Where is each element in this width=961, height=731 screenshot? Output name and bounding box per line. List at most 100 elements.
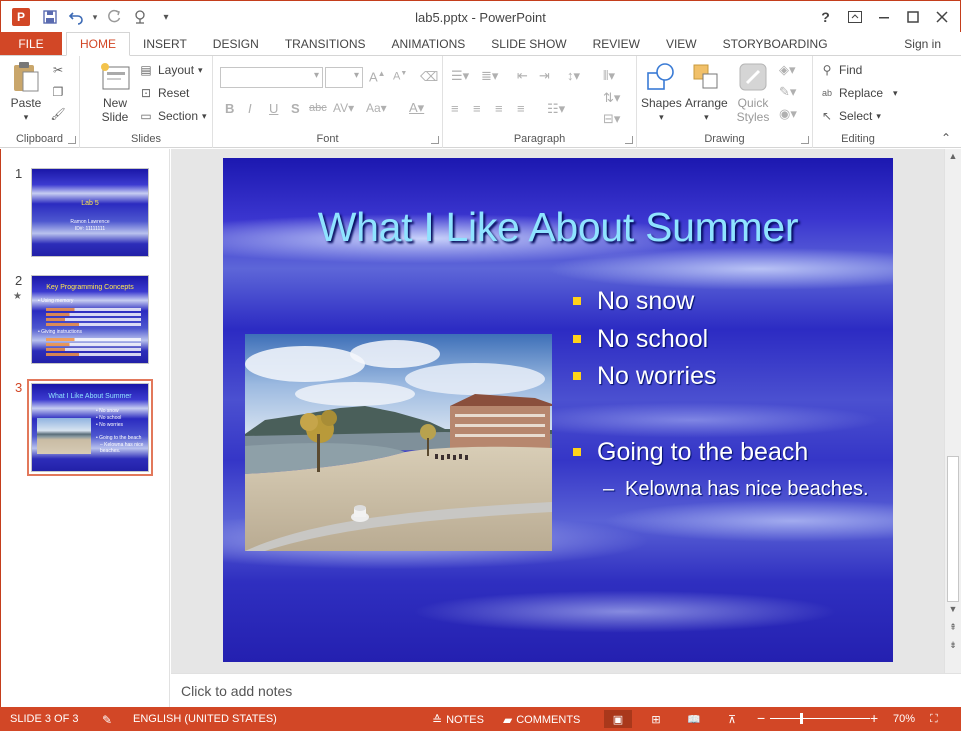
decrease-indent-icon[interactable]: ⇤	[517, 68, 528, 84]
font-color-icon[interactable]: A▾	[409, 100, 424, 116]
redo-icon[interactable]	[103, 7, 125, 27]
character-spacing-icon[interactable]: AV▾	[333, 101, 354, 115]
zoom-level[interactable]: 70%	[893, 713, 915, 725]
align-text-icon[interactable]: ⊟▾	[603, 111, 620, 127]
maximize-icon[interactable]	[898, 5, 927, 29]
shapes-button[interactable]: Shapes ▾	[641, 60, 682, 124]
shape-outline-icon[interactable]: ✎▾	[779, 84, 796, 100]
tab-storyboarding[interactable]: STORYBOARDING	[710, 32, 841, 55]
undo-icon[interactable]	[65, 7, 87, 27]
slide-show-icon[interactable]: ⊼	[718, 710, 746, 728]
columns-icon[interactable]: ⫴▾	[603, 68, 615, 84]
zoom-slider[interactable]	[770, 718, 870, 719]
tab-insert[interactable]: INSERT	[130, 32, 200, 55]
fit-to-window-icon[interactable]: ⛶	[930, 713, 938, 726]
collapse-ribbon-icon[interactable]: ⌃	[941, 131, 951, 145]
quick-styles-button[interactable]: Quick Styles	[733, 60, 773, 124]
select-button[interactable]: ↖ Select ▾	[819, 106, 881, 126]
minimize-icon[interactable]	[869, 5, 898, 29]
save-icon[interactable]	[39, 7, 61, 27]
next-slide-icon[interactable]: ⇟	[945, 638, 961, 652]
numbering-icon[interactable]: ≣▾	[481, 68, 498, 84]
reading-view-icon[interactable]: 📖	[680, 710, 708, 728]
bold-icon[interactable]: B	[225, 101, 234, 116]
sign-in-link[interactable]: Sign in	[904, 32, 961, 55]
presenter-icon[interactable]	[129, 7, 151, 27]
grow-font-icon[interactable]: A▲	[369, 69, 386, 84]
tab-design[interactable]: DESIGN	[200, 32, 272, 55]
clear-formatting-icon[interactable]: ⌫	[420, 69, 438, 85]
line-spacing-icon[interactable]: ↕▾	[567, 68, 580, 84]
justify-icon[interactable]: ≡	[517, 101, 525, 116]
align-center-icon[interactable]: ≡	[473, 101, 481, 116]
slide-counter[interactable]: SLIDE 3 OF 3	[10, 713, 78, 725]
notes-button[interactable]: ≙ NOTES	[432, 713, 484, 727]
drawing-launcher-icon[interactable]	[801, 136, 809, 144]
shrink-font-icon[interactable]: A▼	[393, 70, 407, 83]
bullet-list[interactable]: No snow No school No worries Going to th…	[573, 286, 883, 503]
spell-check-icon[interactable]: ✎	[102, 713, 112, 727]
notes-placeholder[interactable]: Click to add notes	[181, 683, 292, 699]
slide-canvas[interactable]: What I Like About Summer No snow No scho…	[223, 158, 893, 662]
slide-thumbnail-2[interactable]: Key Programming Concepts • Using memory …	[31, 275, 149, 364]
beach-photo[interactable]	[245, 334, 552, 551]
notes-pane[interactable]: Click to add notes	[171, 673, 961, 707]
italic-icon[interactable]: I	[248, 101, 252, 116]
align-left-icon[interactable]: ≡	[451, 101, 459, 116]
shape-effects-icon[interactable]: ◉▾	[779, 106, 797, 122]
replace-button[interactable]: ab Replace ▾	[819, 83, 898, 103]
new-slide-button[interactable]: New Slide	[92, 60, 138, 124]
tab-home[interactable]: HOME	[66, 32, 130, 56]
customize-icon[interactable]: ▾	[155, 7, 177, 27]
shadow-icon[interactable]: S	[291, 101, 300, 116]
scroll-up-icon[interactable]: ▲	[945, 149, 961, 163]
tab-slide-show[interactable]: SLIDE SHOW	[478, 32, 579, 55]
slide-sorter-icon[interactable]: ⊞	[642, 710, 670, 728]
strikethrough-icon[interactable]: abc	[309, 102, 327, 114]
slide-thumbnail-3[interactable]: What I Like About Summer • No snow • No …	[27, 379, 153, 476]
language-indicator[interactable]: ENGLISH (UNITED STATES)	[133, 713, 277, 725]
layout-button[interactable]: ▤ Layout ▾	[138, 60, 202, 80]
comments-button[interactable]: ▰ COMMENTS	[503, 713, 580, 727]
reset-button[interactable]: ⊡ Reset	[138, 83, 189, 103]
change-case-icon[interactable]: Aa▾	[366, 101, 387, 115]
arrange-button[interactable]: Arrange ▾	[685, 60, 728, 124]
cut-button[interactable]: ✂	[50, 60, 66, 80]
bullets-icon[interactable]: ☰▾	[451, 68, 469, 84]
clipboard-launcher-icon[interactable]	[68, 136, 76, 144]
zoom-out-icon[interactable]: −	[757, 710, 765, 726]
close-icon[interactable]	[927, 5, 956, 29]
paragraph-launcher-icon[interactable]	[625, 136, 633, 144]
powerpoint-app-icon[interactable]: P	[12, 8, 30, 26]
scrollbar-thumb[interactable]	[947, 456, 959, 602]
tab-animations[interactable]: ANIMATIONS	[378, 32, 478, 55]
tab-review[interactable]: REVIEW	[580, 32, 653, 55]
previous-slide-icon[interactable]: ⇞	[945, 620, 961, 634]
scroll-down-icon[interactable]: ▼	[945, 602, 961, 616]
tab-transitions[interactable]: TRANSITIONS	[272, 32, 379, 55]
normal-view-icon[interactable]: ▣	[604, 710, 632, 728]
distributed-icon[interactable]: ☷▾	[547, 101, 565, 117]
increase-indent-icon[interactable]: ⇥	[539, 68, 550, 84]
slide-title[interactable]: What I Like About Summer	[223, 204, 893, 251]
format-painter-button[interactable]: 🖌	[50, 104, 66, 124]
zoom-in-icon[interactable]: +	[870, 710, 878, 726]
slide-thumbnail-1[interactable]: Lab 5 Ramon Lawrence ID#: 11111111	[31, 168, 149, 257]
font-name-combo[interactable]	[220, 67, 323, 88]
paste-button[interactable]: Paste ▾	[10, 60, 42, 124]
ribbon-display-icon[interactable]	[840, 5, 869, 29]
shape-fill-icon[interactable]: ◈▾	[779, 62, 796, 78]
font-size-combo[interactable]	[325, 67, 363, 88]
tab-view[interactable]: VIEW	[653, 32, 710, 55]
copy-button[interactable]: ❐	[50, 82, 66, 102]
tab-file[interactable]: FILE	[0, 32, 62, 55]
text-direction-icon[interactable]: ⇅▾	[603, 90, 620, 106]
align-right-icon[interactable]: ≡	[495, 101, 503, 116]
find-button[interactable]: ⚲ Find	[819, 60, 863, 80]
underline-icon[interactable]: U	[269, 101, 278, 116]
font-launcher-icon[interactable]	[431, 136, 439, 144]
help-icon[interactable]: ?	[811, 5, 840, 29]
vertical-scrollbar[interactable]: ▲ ▼ ⇞ ⇟	[944, 149, 961, 673]
zoom-slider-thumb[interactable]	[800, 713, 803, 724]
section-button[interactable]: ▭ Section ▾	[138, 106, 206, 126]
